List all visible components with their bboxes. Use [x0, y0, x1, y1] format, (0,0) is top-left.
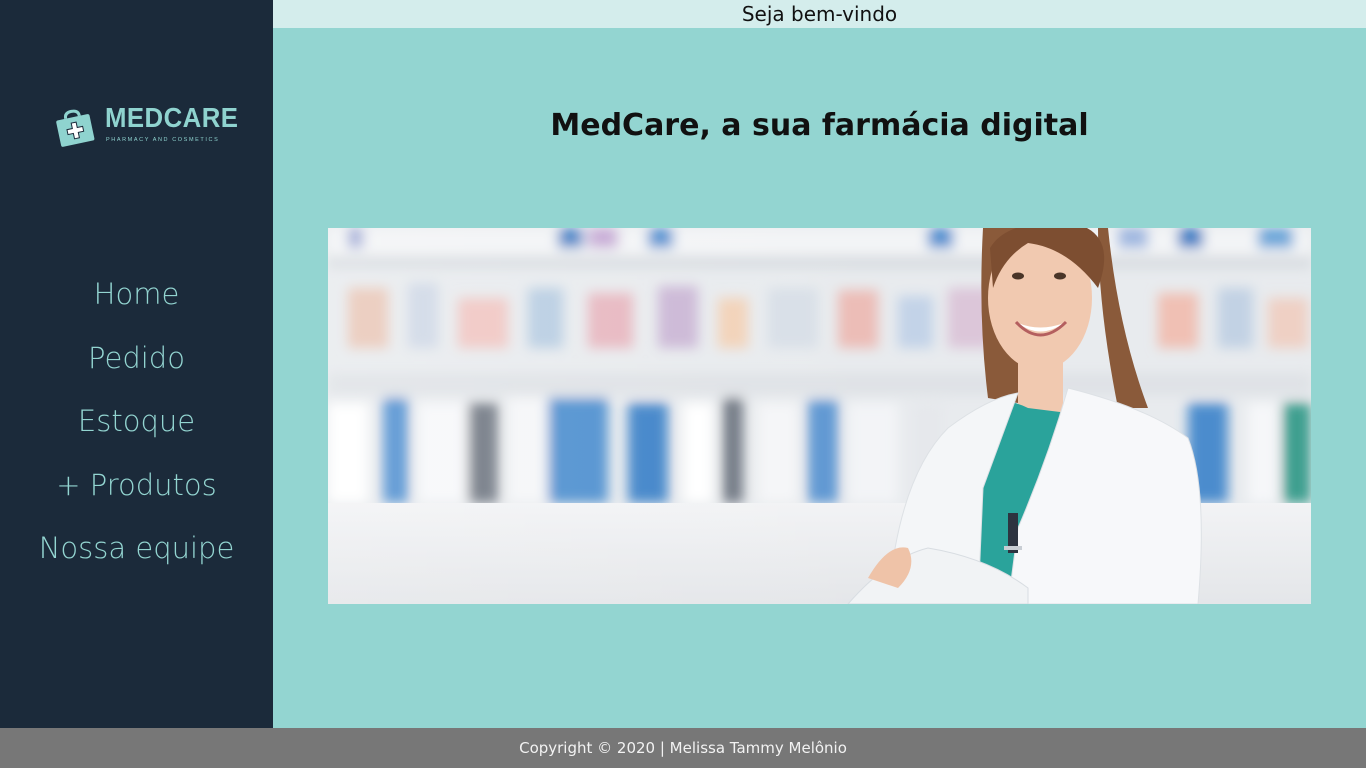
nav-item-home[interactable]: Home [0, 272, 273, 336]
nav-item-pedido[interactable]: Pedido [0, 336, 273, 400]
footer-copyright: Copyright © 2020 | Melissa Tammy Melônio [0, 728, 1366, 768]
page-headline: MedCare, a sua farmácia digital [550, 108, 1089, 143]
logo-tagline: PHARMACY AND COSMETICS [106, 137, 220, 143]
medcare-logo[interactable]: MEDCARE PHARMACY AND COSMETICS [55, 102, 238, 147]
logo-wordmark: MEDCARE [105, 102, 239, 133]
nav-item-estoque[interactable]: Estoque [0, 399, 273, 463]
nav-item-produtos[interactable]: + Produtos [0, 463, 273, 527]
welcome-bar: Seja bem-vindo [273, 0, 1366, 28]
sidebar: MEDCARE PHARMACY AND COSMETICS Home Pedi… [0, 0, 273, 728]
medical-bag-icon [56, 109, 95, 147]
hero-image [328, 228, 1311, 604]
sidebar-nav: Home Pedido Estoque + Produtos Nossa equ… [0, 272, 273, 590]
nav-item-equipe[interactable]: Nossa equipe [0, 526, 273, 590]
pharmacist-photo [328, 228, 1311, 604]
